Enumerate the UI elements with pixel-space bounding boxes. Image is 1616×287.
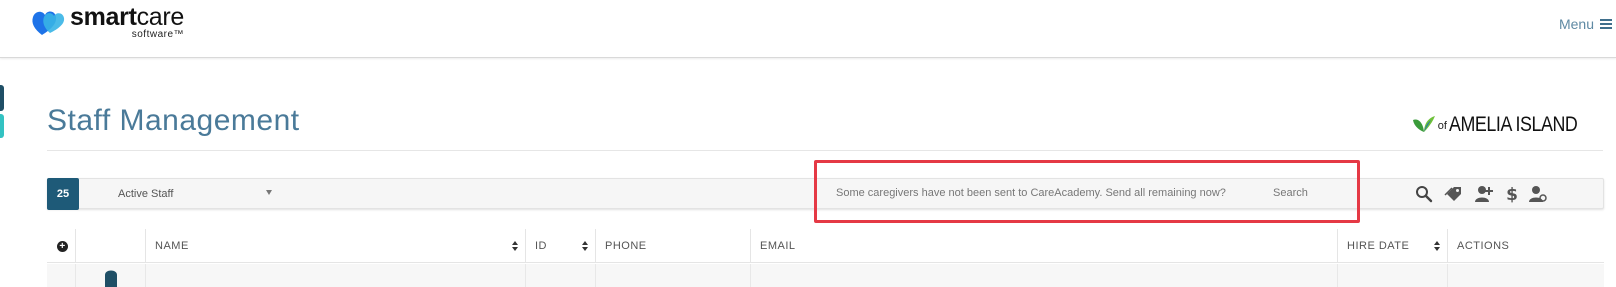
staff-avatar-icon [104, 268, 118, 287]
logo-brand-text: smartcare [70, 3, 185, 31]
column-id-label: ID [535, 240, 547, 252]
column-phone: PHONE [595, 229, 750, 263]
column-avatar [75, 229, 145, 263]
client-logo: of AMELIA ISLAND [1412, 114, 1600, 136]
side-tab-teal[interactable] [0, 114, 4, 138]
smartcare-logo[interactable]: smartcare software™ [30, 4, 184, 44]
column-name-label: NAME [155, 240, 189, 252]
staff-table-header: + NAME ID PHONE EMAIL HIRE DATE ACTIONS [47, 229, 1604, 263]
app-header: smartcare software™ Menu [0, 0, 1616, 58]
column-hire-date-label: HIRE DATE [1347, 240, 1410, 252]
column-name[interactable]: NAME [145, 229, 525, 263]
dropdown-caret-icon [266, 190, 272, 195]
column-hire-date[interactable]: HIRE DATE [1337, 229, 1447, 263]
menu-label: Menu [1558, 16, 1594, 32]
logo-subtitle: software™ [131, 29, 185, 40]
column-id[interactable]: ID [525, 229, 595, 263]
sort-icon [1434, 241, 1440, 251]
table-row[interactable] [47, 264, 1604, 287]
highlight-annotation-box [814, 160, 1360, 223]
plus-circle-icon: + [57, 240, 68, 252]
column-phone-label: PHONE [605, 240, 647, 252]
column-actions: ACTIONS [1447, 229, 1604, 263]
sort-icon [582, 241, 588, 251]
column-email: EMAIL [750, 229, 1337, 263]
page-title: Staff Management [47, 104, 300, 137]
sort-icon [512, 241, 518, 251]
client-logo-prefix: of [1437, 120, 1447, 132]
svg-text:$: $ [1506, 185, 1518, 204]
add-user-icon[interactable] [1474, 184, 1494, 204]
title-divider [47, 150, 1603, 151]
dollar-icon[interactable]: $ [1502, 184, 1522, 205]
hamburger-icon [1600, 19, 1612, 29]
heart-logo-icon [30, 7, 66, 37]
menu-button[interactable]: Menu [1559, 16, 1612, 32]
staff-count-badge: 25 [47, 178, 79, 210]
staff-status-filter[interactable]: Active Staff [118, 179, 278, 208]
column-actions-label: ACTIONS [1457, 240, 1510, 252]
side-tab-dark[interactable] [0, 85, 4, 111]
user-manage-icon[interactable] [1528, 184, 1548, 204]
search-icon[interactable] [1414, 184, 1434, 204]
leaf-icon [1412, 114, 1436, 136]
column-email-label: EMAIL [760, 240, 796, 252]
tags-icon[interactable] [1444, 184, 1464, 204]
filter-value: Active Staff [118, 187, 174, 200]
expand-all-column[interactable]: + [47, 229, 75, 263]
client-logo-name: AMELIA ISLAND [1448, 113, 1578, 136]
